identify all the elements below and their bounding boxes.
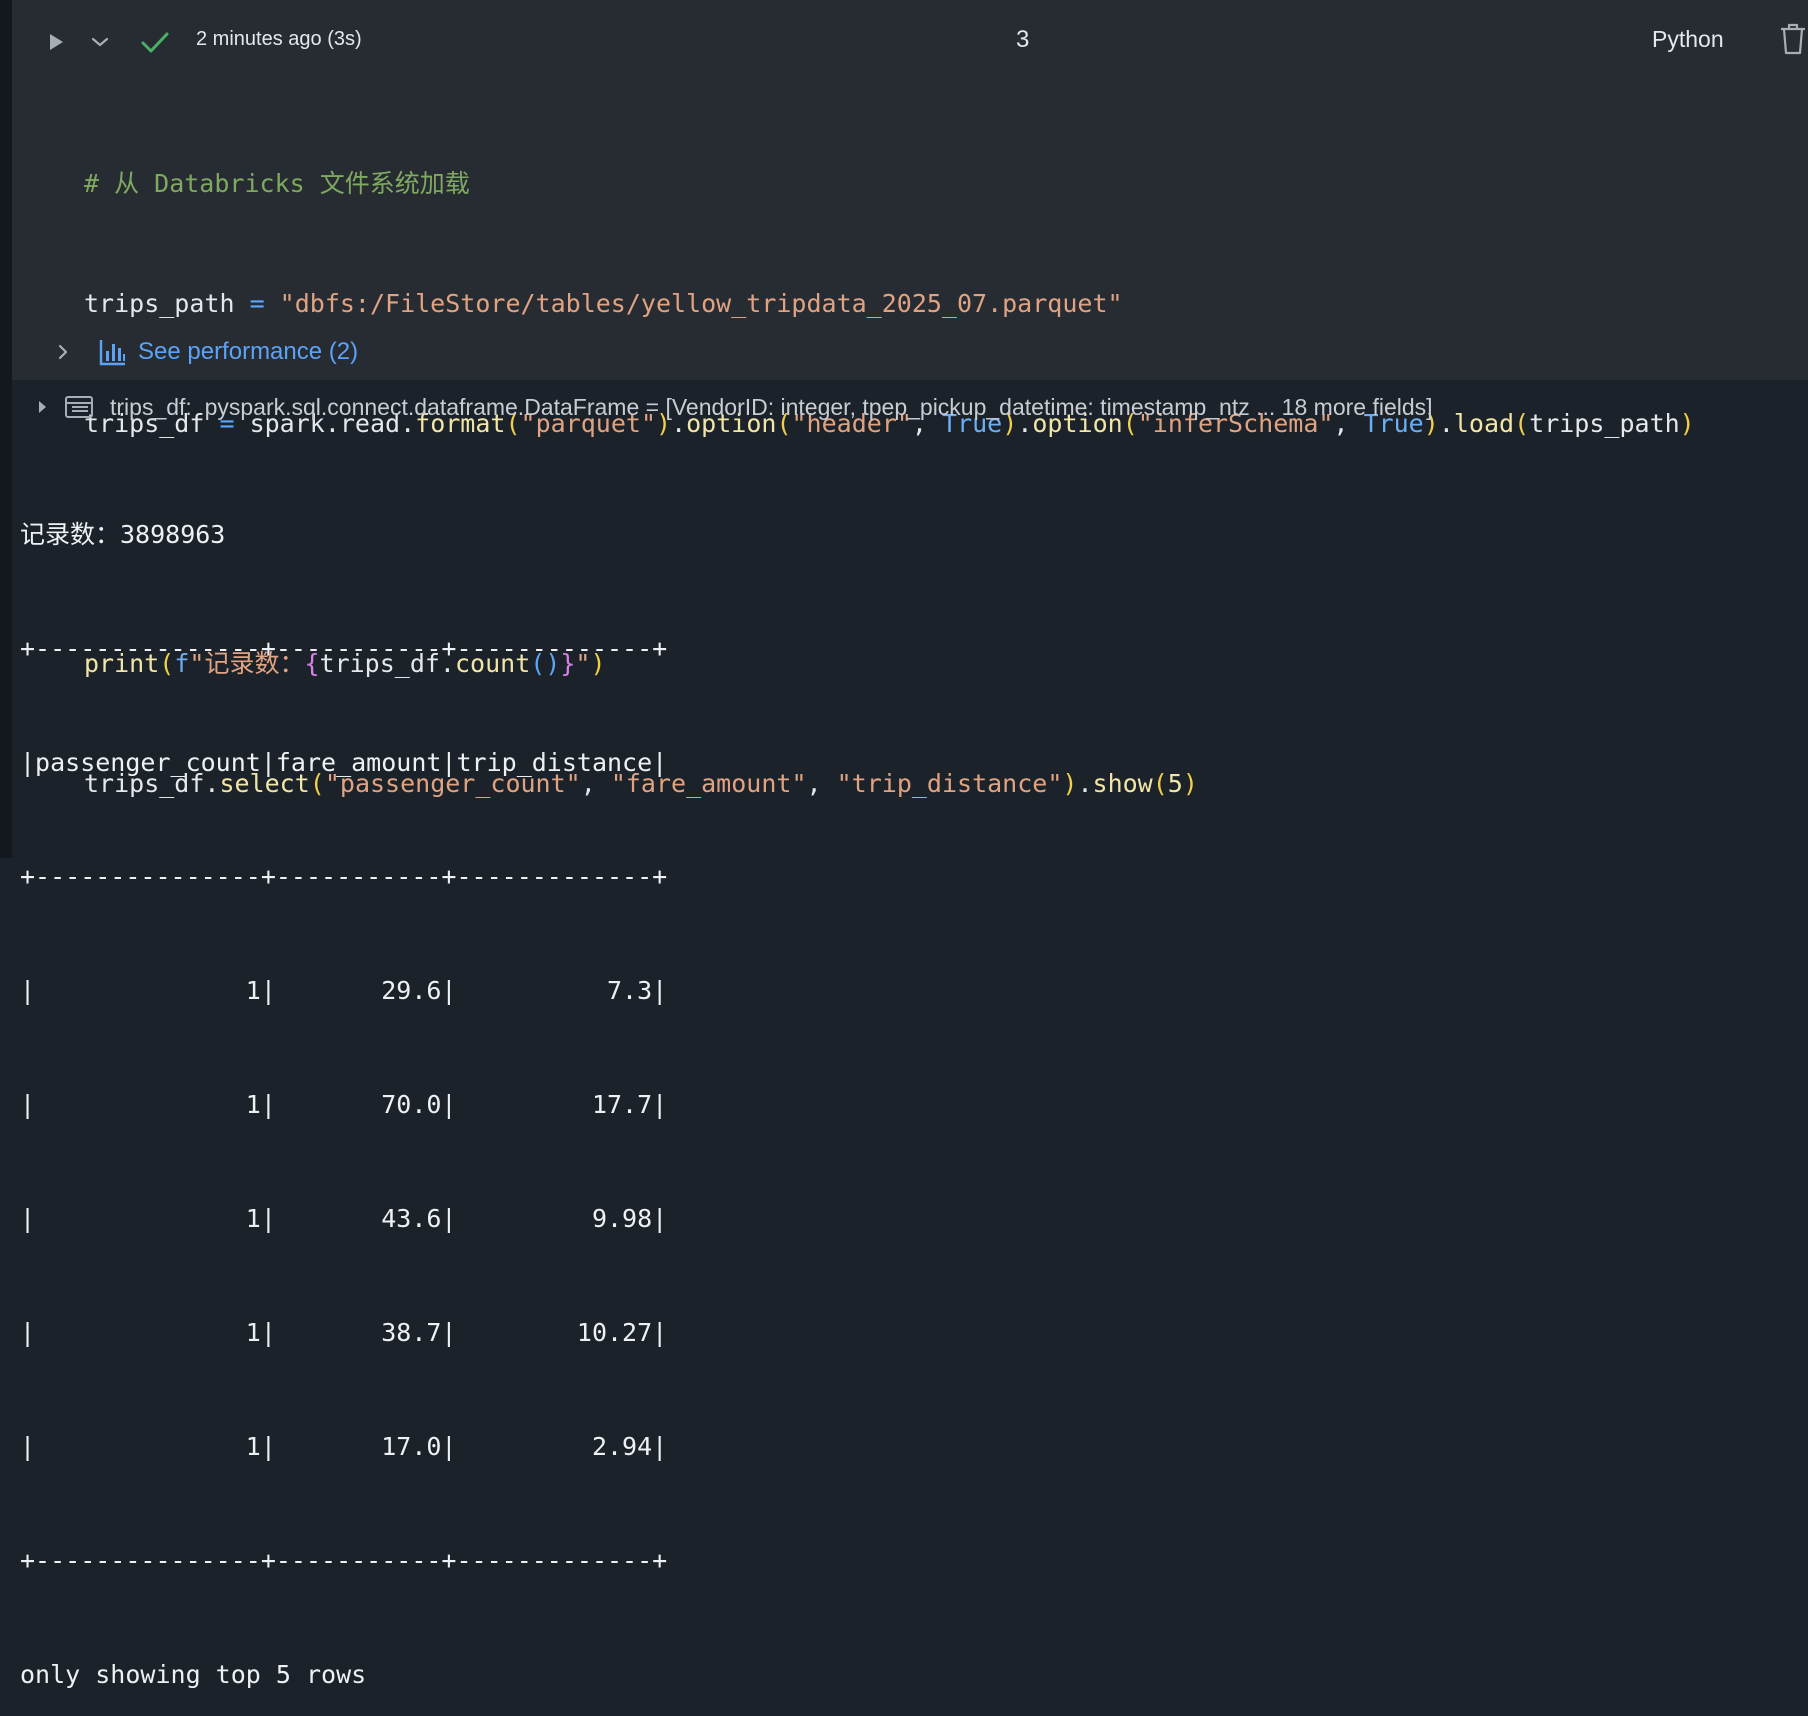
record-count-line: 记录数：3898963 [20,520,226,549]
caret-right-icon[interactable] [34,397,50,417]
code-token: "dbfs:/FileStore/tables/yellow_tripdata_… [279,289,1123,318]
code-token: show [1092,769,1153,798]
code-comment: # 从 Databricks 文件系统加载 [84,169,470,198]
run-status-text: 2 minutes ago (3s) [196,28,362,50]
code-token: 5 [1167,769,1183,798]
chevron-right-icon[interactable] [52,341,74,363]
cell-output: 记录数：3898963 +---------------+-----------… [20,440,667,1716]
see-performance-row[interactable]: See performance (2) [52,332,358,372]
cell-toolbar: 2 minutes ago (3s) 3 Python [12,0,1808,84]
run-options-button[interactable] [86,24,114,60]
table-row: | 1| 17.0| 2.94| [20,1432,668,1461]
code-token: trips_path [1529,409,1680,438]
table-row: | 1| 43.6| 9.98| [20,1204,668,1233]
language-selector[interactable]: Python [1652,26,1724,53]
code-line: # 从 Databricks 文件系统加载 [84,164,1695,204]
table-icon [65,396,93,418]
dataframe-schema-row[interactable]: trips_df: pyspark.sql.connect.dataframe.… [34,390,1433,424]
run-cell-button[interactable] [42,24,70,60]
table-header: |passenger_count|fare_amount|trip_distan… [20,748,668,777]
trash-icon [1781,23,1805,55]
code-token: "trip_distance" [836,769,1063,798]
table-row: | 1| 38.7| 10.27| [20,1318,668,1347]
table-border: +---------------+-----------+-----------… [20,862,668,891]
dataframe-schema-text: trips_df: pyspark.sql.connect.dataframe.… [110,393,1433,420]
see-performance-link[interactable]: See performance (2) [138,338,358,366]
notebook-cell[interactable]: 2 minutes ago (3s) 3 Python # 从 Databric… [12,0,1808,798]
table-row: | 1| 70.0| 17.7| [20,1090,668,1119]
code-line: trips_path = "dbfs:/FileStore/tables/yel… [84,284,1695,324]
cell-number: 3 [1016,26,1030,53]
table-border: +---------------+-----------+-----------… [20,634,668,663]
play-icon [50,34,63,50]
table-row: | 1| 29.6| 7.3| [20,976,668,1005]
notebook-gutter [0,0,12,858]
bar-chart-icon [99,340,125,366]
output-footer: only showing top 5 rows [20,1660,367,1689]
chevron-down-icon [91,37,109,47]
code-token: load [1453,409,1515,438]
delete-cell-button[interactable] [1778,22,1808,58]
code-token: = [234,289,280,318]
code-token: trips_path [84,289,235,318]
check-icon [141,32,169,53]
table-border: +---------------+-----------+-----------… [20,1546,668,1575]
